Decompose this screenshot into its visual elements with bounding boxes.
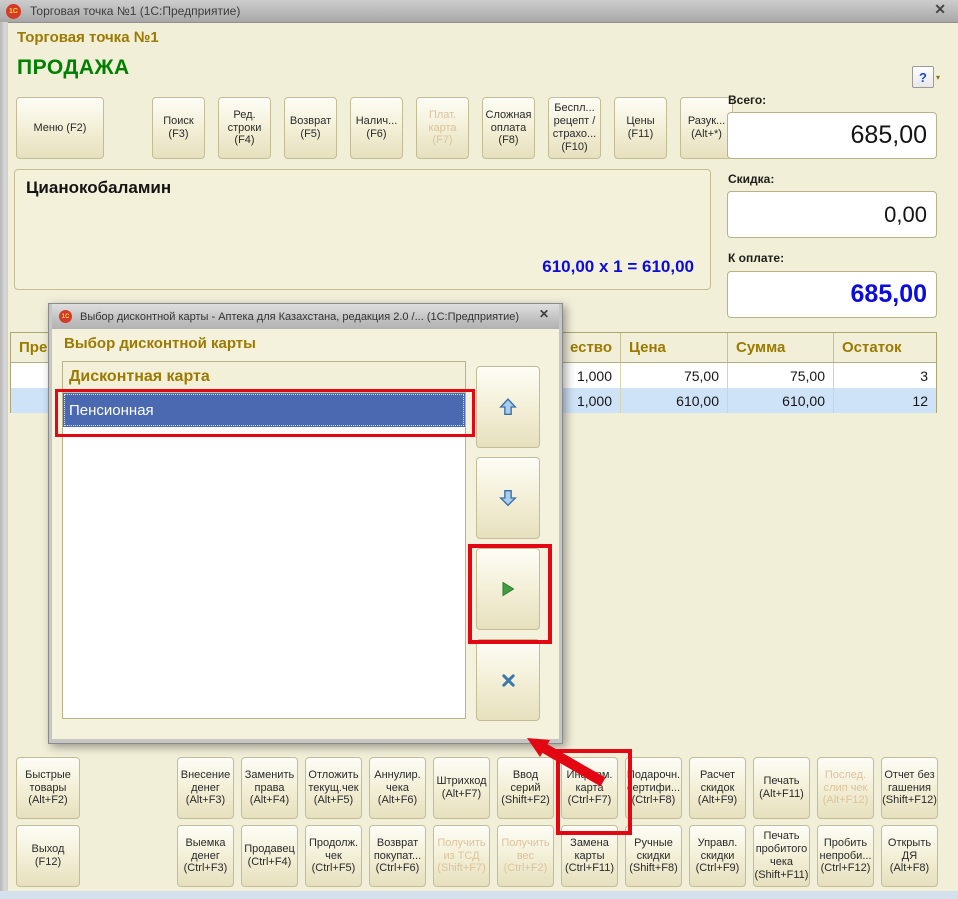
- arrow-down-icon: [499, 489, 517, 507]
- info-card-button[interactable]: Информ. карта (Ctrl+F7): [561, 757, 618, 819]
- cash-in-button[interactable]: Внесение денег (Alt+F3): [177, 757, 234, 819]
- app-title: Торговая точка №1 (1С:Предприятие): [30, 4, 240, 18]
- pay-card-button: Плат. карта (F7): [416, 97, 469, 159]
- free-recipe-button[interactable]: Беспл... рецепт / страхо... (F10): [548, 97, 601, 159]
- product-calculation: 610,00 x 1 = 610,00: [542, 257, 694, 277]
- continue-receipt-button[interactable]: Продолж. чек (Ctrl+F5): [305, 825, 362, 887]
- dialog-body: Выбор дисконтной карты Дисконтная карта …: [52, 329, 559, 739]
- window-bottom-border: [0, 891, 958, 899]
- menu-button[interactable]: Меню (F2): [16, 97, 104, 159]
- hold-receipt-button[interactable]: Отложить текущ.чек (Alt+F5): [305, 757, 362, 819]
- sale-mode-label: ПРОДАЖА: [17, 56, 130, 80]
- calc-discounts-button[interactable]: Расчет скидок (Alt+F9): [689, 757, 746, 819]
- get-from-tsd-button: Получить из ТСД (Shift+F7): [433, 825, 490, 887]
- get-weight-button: Получить вес (Ctrl+F2): [497, 825, 554, 887]
- gift-certificate-button[interactable]: Подарочн. сертифи... (Ctrl+F8): [625, 757, 682, 819]
- column-header-sum[interactable]: Сумма: [728, 333, 834, 362]
- open-drawer-button[interactable]: Открыть ДЯ (Alt+F8): [881, 825, 938, 887]
- bottom-toolbar-row1: Быстрые товары (Alt+F2) Внесение денег (…: [16, 757, 938, 819]
- list-item-selected[interactable]: Пенсионная: [63, 393, 465, 427]
- window-left-border: [0, 22, 8, 891]
- quick-goods-button[interactable]: Быстрые товары (Alt+F2): [16, 757, 80, 819]
- move-up-button[interactable]: [476, 366, 540, 448]
- select-card-button[interactable]: [476, 548, 540, 630]
- dialog-title: Выбор дисконтной карты - Аптека для Каза…: [80, 311, 519, 323]
- punch-unpunched-button[interactable]: Пробить непроби... (Ctrl+F12): [817, 825, 874, 887]
- dialog-titlebar[interactable]: 1С Выбор дисконтной карты - Аптека для К…: [52, 304, 559, 329]
- complex-payment-button[interactable]: Сложная оплата (F8): [482, 97, 535, 159]
- dialog-heading: Выбор дисконтной карты: [64, 335, 256, 352]
- help-button[interactable]: ? ▾: [912, 66, 940, 88]
- cash-out-button[interactable]: Выемка денег (Ctrl+F3): [177, 825, 234, 887]
- 1c-logo-icon: 1С: [6, 4, 21, 19]
- discount-card-dialog: 1С Выбор дисконтной карты - Аптека для К…: [48, 303, 563, 744]
- cancel-button[interactable]: [476, 639, 540, 721]
- return-button[interactable]: Возврат (F5): [284, 97, 337, 159]
- total-field: 685,00: [727, 112, 937, 159]
- column-header-price[interactable]: Цена: [621, 333, 728, 362]
- column-header-stock[interactable]: Остаток: [834, 333, 936, 362]
- exit-button[interactable]: Выход (F12): [16, 825, 80, 887]
- current-product-panel: Цианокобаламин 610,00 x 1 = 610,00: [14, 169, 711, 290]
- discount-label: Скидка:: [728, 172, 774, 186]
- close-icon[interactable]: ✕: [934, 1, 946, 18]
- 1c-logo-icon: 1С: [59, 310, 72, 323]
- unpack-button[interactable]: Разук... (Alt+*): [680, 97, 733, 159]
- move-down-button[interactable]: [476, 457, 540, 539]
- x-icon: [501, 673, 516, 688]
- barcode-button[interactable]: Штрихкод (Alt+F7): [433, 757, 490, 819]
- total-label: Всего:: [728, 93, 766, 107]
- due-field: 685,00: [727, 271, 937, 318]
- bottom-toolbar-row2: Выход (F12) Выемка денег (Ctrl+F3) Прода…: [16, 825, 938, 887]
- managed-discounts-button[interactable]: Управл. скидки (Ctrl+F9): [689, 825, 746, 887]
- help-icon[interactable]: ?: [912, 66, 934, 88]
- due-label: К оплате:: [728, 251, 784, 265]
- change-rights-button[interactable]: Заменить права (Alt+F4): [241, 757, 298, 819]
- print-button[interactable]: Печать (Alt+F11): [753, 757, 810, 819]
- replace-card-button[interactable]: Замена карты (Ctrl+F11): [561, 825, 618, 887]
- close-icon[interactable]: ✕: [539, 307, 549, 321]
- edit-line-button[interactable]: Ред. строки (F4): [218, 97, 271, 159]
- seller-button[interactable]: Продавец (Ctrl+F4): [241, 825, 298, 887]
- report-no-clearing-button[interactable]: Отчет без гашения (Shift+F12): [881, 757, 938, 819]
- list-column-header[interactable]: Дисконтная карта: [63, 362, 465, 393]
- product-name: Цианокобаламин: [26, 178, 171, 198]
- cash-button[interactable]: Налич... (F6): [350, 97, 403, 159]
- play-icon: [500, 581, 516, 597]
- chevron-down-icon[interactable]: ▾: [936, 73, 940, 82]
- void-receipt-button[interactable]: Аннулир. чека (Alt+F6): [369, 757, 426, 819]
- print-punched-button[interactable]: Печать пробитого чека (Shift+F11): [753, 825, 810, 887]
- customer-return-button[interactable]: Возврат покупат... (Ctrl+F6): [369, 825, 426, 887]
- search-button[interactable]: Поиск (F3): [152, 97, 205, 159]
- discount-card-list: Дисконтная карта Пенсионная: [62, 361, 466, 719]
- discount-field: 0,00: [727, 191, 937, 238]
- app-titlebar: 1С Торговая точка №1 (1С:Предприятие) ✕: [0, 0, 958, 23]
- enter-series-button[interactable]: Ввод серий (Shift+F2): [497, 757, 554, 819]
- top-toolbar: Меню (F2) Поиск (F3) Ред. строки (F4) Во…: [16, 97, 733, 159]
- arrow-up-icon: [499, 398, 517, 416]
- manual-discounts-button[interactable]: Ручные скидки (Shift+F8): [625, 825, 682, 887]
- app-window: 1С Торговая точка №1 (1С:Предприятие) ✕ …: [0, 0, 958, 899]
- last-slip-button: Послед. слип чек (Alt+F12): [817, 757, 874, 819]
- page-title: Торговая точка №1: [17, 29, 159, 46]
- prices-button[interactable]: Цены (F11): [614, 97, 667, 159]
